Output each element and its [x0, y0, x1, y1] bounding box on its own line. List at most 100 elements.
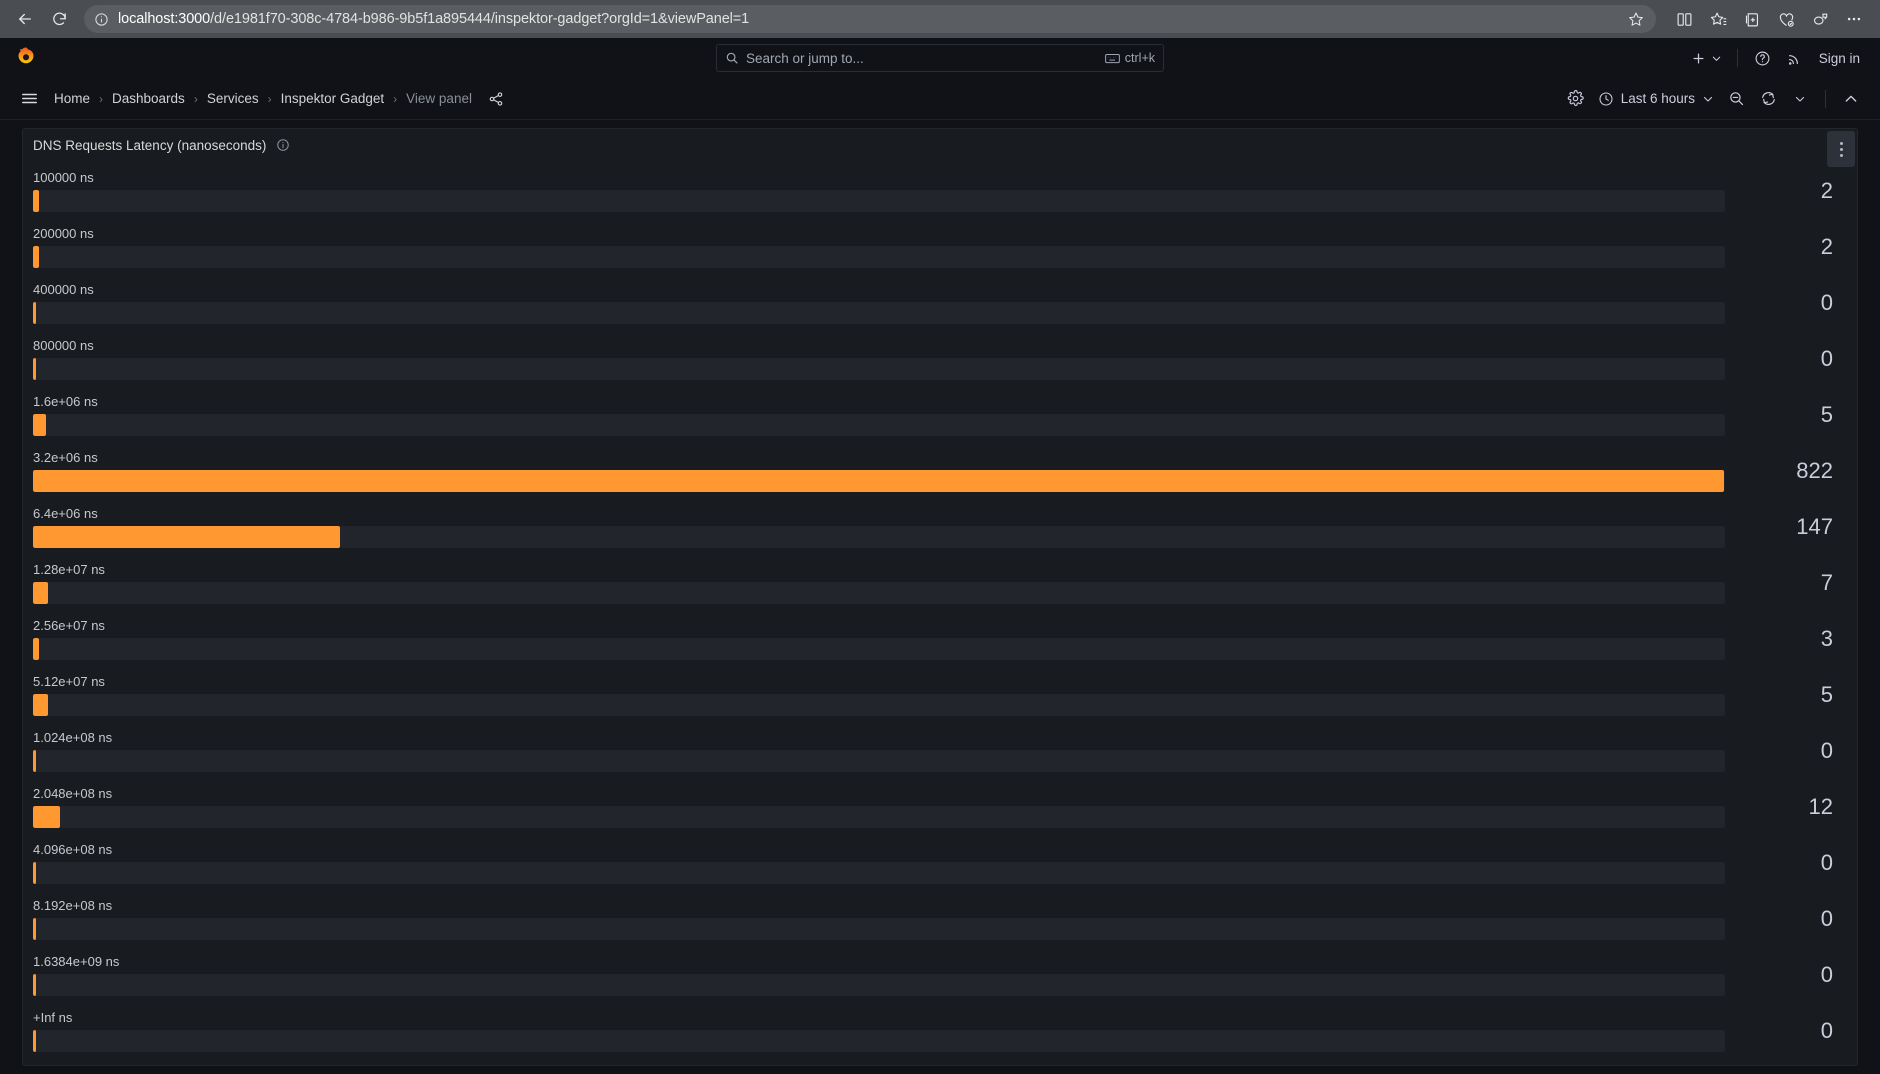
menu-dot [1839, 153, 1843, 157]
bar-fill [33, 1029, 36, 1052]
dashboard-toolbar: Last 6 hours [1561, 85, 1866, 113]
bar-fill [33, 805, 60, 828]
bar-gauge-row: 3.2e+06 ns 822 [33, 443, 1847, 499]
bar-label: 3.2e+06 ns [33, 450, 98, 466]
clock-icon [1598, 91, 1614, 107]
bar-value: 0 [1820, 906, 1833, 931]
panel-title: DNS Requests Latency (nanoseconds) [33, 137, 267, 153]
grafana-logo[interactable] [14, 45, 40, 71]
bar-track [33, 861, 1725, 884]
bar-track [33, 245, 1725, 268]
bar-gauge-row: 8.192e+08 ns 0 [33, 891, 1847, 947]
bar-fill [33, 749, 36, 772]
search-input[interactable]: Search or jump to... ctrl+k [716, 44, 1164, 72]
bar-fill [33, 469, 1724, 492]
bar-fill [33, 973, 36, 996]
breadcrumb-separator: › [99, 91, 104, 106]
site-info-icon[interactable] [94, 12, 109, 27]
bar-value: 3 [1820, 626, 1833, 651]
bar-gauge-row-body: +Inf ns [33, 1003, 1735, 1059]
sign-in-button[interactable]: Sign in [1813, 51, 1866, 66]
bar-gauge-row-body: 8.192e+08 ns [33, 891, 1735, 947]
bar-gauge-row: 400000 ns 0 [33, 275, 1847, 331]
bar-track [33, 637, 1725, 660]
bar-gauge-row-body: 800000 ns [33, 331, 1735, 387]
bar-gauge-row: 1.28e+07 ns 7 [33, 555, 1847, 611]
bar-value: 822 [1796, 458, 1833, 483]
bar-label: 4.096e+08 ns [33, 842, 113, 858]
bar-fill [33, 413, 47, 436]
zoom-out-time-range-button[interactable] [1721, 85, 1751, 113]
breadcrumb-item-dashboards[interactable]: Dashboards [110, 91, 187, 106]
add-favorite-icon[interactable] [1628, 11, 1644, 27]
bar-gauge-row-body: 2.56e+07 ns [33, 611, 1735, 667]
bar-label: 1.6e+06 ns [33, 394, 98, 410]
bar-label: 800000 ns [33, 338, 94, 354]
browser-toolbar-actions [1660, 4, 1870, 34]
bar-gauge-row-body: 100000 ns [33, 163, 1735, 219]
copilot-icon[interactable] [1804, 4, 1836, 34]
bar-fill [33, 189, 40, 212]
bar-fill [33, 525, 340, 548]
breadcrumb-item-inspektor-gadget[interactable]: Inspektor Gadget [279, 91, 387, 106]
bar-value: 0 [1820, 346, 1833, 371]
bar-gauge-row-body: 4.096e+08 ns [33, 835, 1735, 891]
bar-value: 0 [1820, 850, 1833, 875]
grafana-topnav: Search or jump to... ctrl+k Sign in [0, 38, 1880, 78]
search-shortcut-label: ctrl+k [1124, 51, 1155, 65]
refresh-interval-picker[interactable] [1785, 85, 1815, 113]
browser-reload-button[interactable] [44, 4, 74, 34]
bar-fill [33, 861, 36, 884]
bar-value: 5 [1820, 402, 1833, 427]
bar-fill [33, 301, 36, 324]
bar-fill [33, 637, 40, 660]
add-new-button[interactable] [1687, 44, 1726, 72]
refresh-dashboard-button[interactable] [1753, 85, 1783, 113]
bar-track [33, 693, 1725, 716]
browser-essentials-icon[interactable] [1770, 4, 1802, 34]
breadcrumb-bar: Home › Dashboards › Services › Inspektor… [0, 78, 1880, 120]
bar-value: 2 [1820, 178, 1833, 203]
bar-gauge-row: 1.6e+06 ns 5 [33, 387, 1847, 443]
bar-track [33, 525, 1725, 548]
bar-label: +Inf ns [33, 1010, 73, 1026]
bar-gauge-row: 1.6384e+09 ns 0 [33, 947, 1847, 1003]
browser-back-button[interactable] [10, 4, 40, 34]
bar-gauge-row: 800000 ns 0 [33, 331, 1847, 387]
collapse-toolbar-button[interactable] [1836, 85, 1866, 113]
collections-icon[interactable] [1736, 4, 1768, 34]
bar-gauge-body: 100000 ns 2 200000 ns 2 400000 ns 0 800000 ns 0… [23, 161, 1857, 1065]
panel-menu-button[interactable] [1827, 131, 1855, 167]
favorites-icon[interactable] [1702, 4, 1734, 34]
address-bar[interactable]: localhost:3000/d/e1981f70-308c-4784-b986… [84, 5, 1656, 33]
help-button[interactable] [1749, 44, 1777, 72]
breadcrumb-item-view-panel: View panel [406, 91, 472, 106]
bar-gauge-row-body: 200000 ns [33, 219, 1735, 275]
bar-value: 2 [1820, 234, 1833, 259]
breadcrumb-item-home[interactable]: Home [52, 91, 92, 106]
menu-dot [1839, 147, 1843, 151]
bar-label: 2.048e+08 ns [33, 786, 113, 802]
bar-track [33, 413, 1725, 436]
bar-fill [33, 245, 40, 268]
keyboard-icon [1104, 53, 1120, 64]
dashboard-settings-button[interactable] [1561, 85, 1591, 113]
split-screen-icon[interactable] [1668, 4, 1700, 34]
menu-dot [1839, 141, 1843, 145]
breadcrumb-item-services[interactable]: Services [205, 91, 261, 106]
bar-gauge-row-body: 6.4e+06 ns [33, 499, 1735, 555]
bar-label: 400000 ns [33, 282, 94, 298]
menu-toggle-button[interactable] [14, 85, 44, 113]
info-icon[interactable] [276, 138, 290, 152]
toolbar-divider [1825, 89, 1826, 108]
bar-gauge-row: 1.024e+08 ns 0 [33, 723, 1847, 779]
news-button[interactable] [1781, 44, 1809, 72]
bar-value: 0 [1820, 962, 1833, 987]
chevron-down-icon [1711, 53, 1722, 64]
bar-gauge-panel: DNS Requests Latency (nanoseconds) 10000… [22, 128, 1858, 1066]
time-range-picker[interactable]: Last 6 hours [1593, 85, 1719, 113]
bar-label: 1.024e+08 ns [33, 730, 113, 746]
more-icon[interactable] [1838, 4, 1870, 34]
share-icon[interactable] [488, 91, 504, 107]
bar-gauge-row-body: 1.6384e+09 ns [33, 947, 1735, 1003]
